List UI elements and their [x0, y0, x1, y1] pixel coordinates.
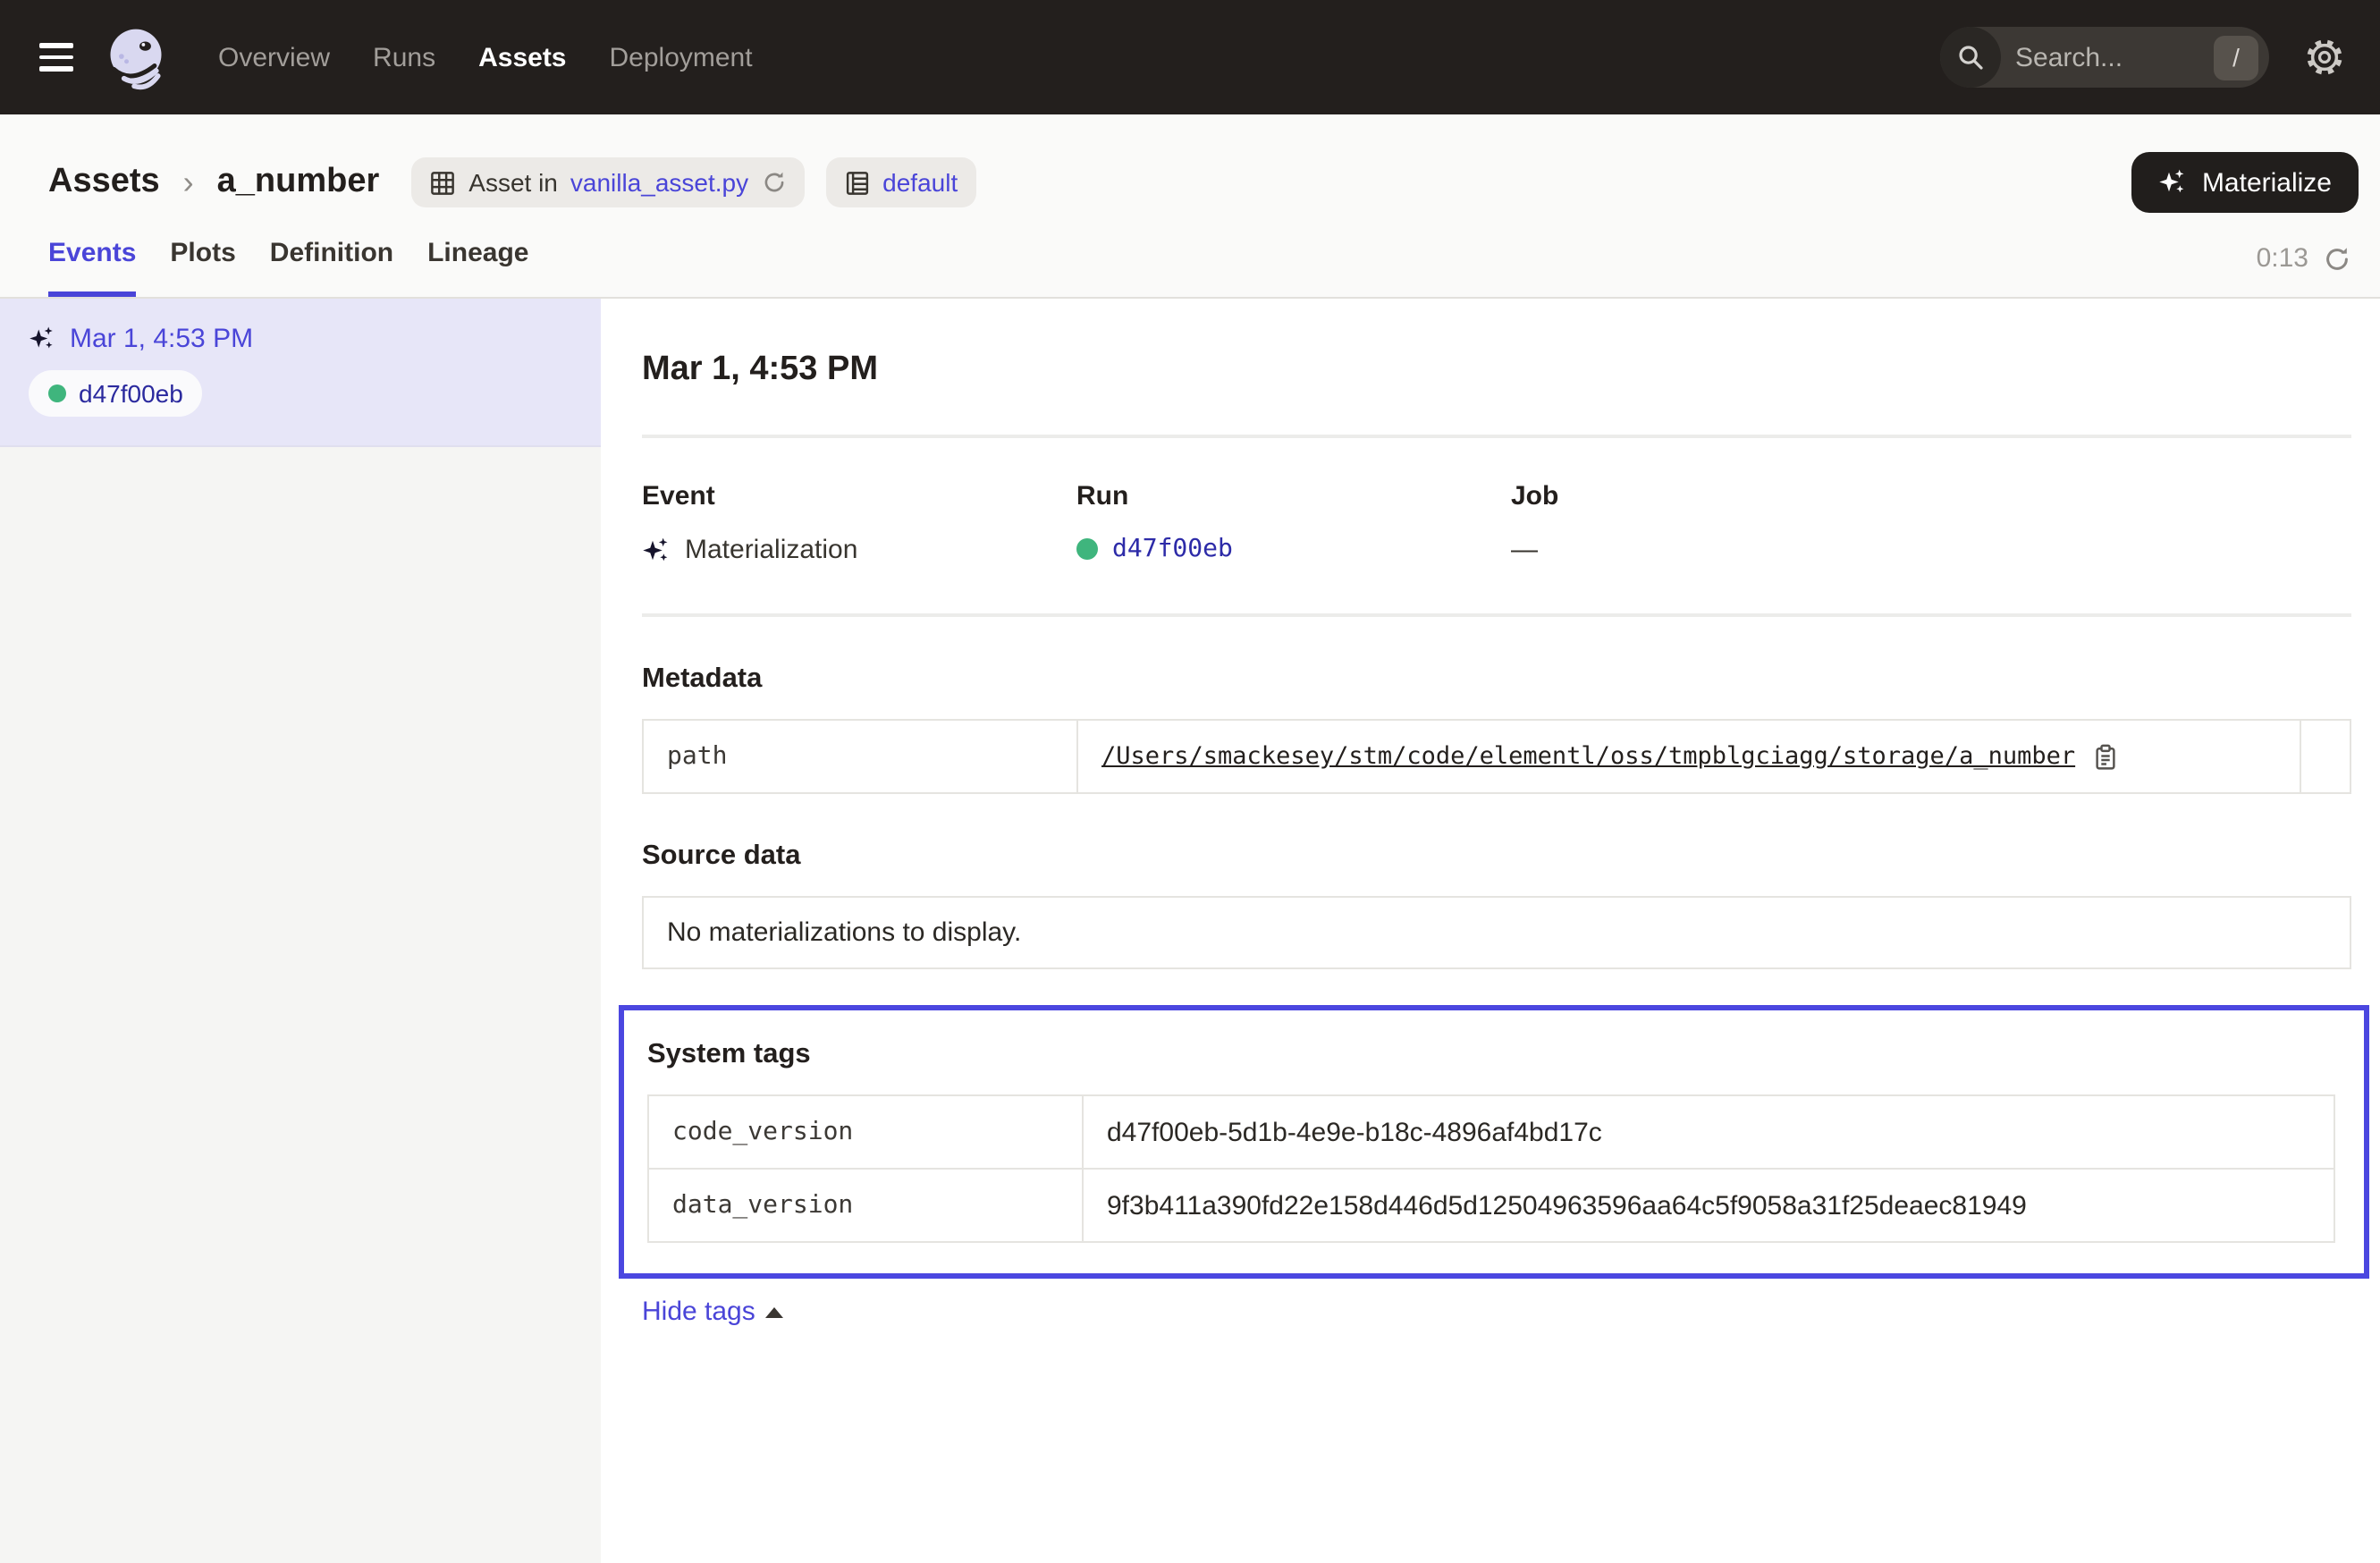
run-id-chip[interactable]: d47f00eb [29, 370, 203, 417]
system-tags-section-highlighted: System tags code_version d47f00eb-5d1b-4… [619, 1005, 2369, 1279]
breadcrumb: Assets › a_number Asset in vanilla_asset… [0, 114, 2380, 213]
event-list-item-selected[interactable]: Mar 1, 4:53 PM d47f00eb [0, 299, 601, 447]
summary-run-col: Run d47f00eb [1076, 481, 1511, 565]
nav-item-assets[interactable]: Assets [462, 28, 582, 87]
table-row: data_version 9f3b411a390fd22e158d446d5d1… [649, 1168, 2334, 1241]
event-timestamp: Mar 1, 4:53 PM [70, 324, 253, 354]
tab-lineage[interactable]: Lineage [427, 238, 528, 297]
materialize-button[interactable]: Materialize [2132, 152, 2359, 213]
job-column-label: Job [1511, 481, 2351, 511]
nav-item-deployment[interactable]: Deployment [594, 28, 769, 87]
content-area: Mar 1, 4:53 PM d47f00eb Mar 1, 4:53 PM E… [0, 299, 2380, 1563]
tag-value: 9f3b411a390fd22e158d446d5d12504963596aa6… [1107, 1190, 2027, 1221]
tag-key: code_version [672, 1118, 853, 1146]
materialize-button-label: Materialize [2202, 167, 2332, 198]
dagster-logo[interactable] [102, 23, 170, 91]
run-status-dot [48, 384, 66, 402]
divider [642, 435, 2351, 438]
caret-up-icon [766, 1306, 784, 1317]
run-column-label: Run [1076, 481, 1511, 511]
breadcrumb-assets-link[interactable]: Assets [48, 163, 160, 202]
metadata-key: path [667, 742, 727, 771]
metadata-path-link[interactable]: /Users/smackesey/stm/code/elementl/oss/t… [1101, 742, 2075, 771]
refresh-timer: 0:13 [2257, 243, 2351, 297]
repo-badge: default [825, 157, 975, 207]
job-value: — [1511, 535, 1538, 565]
page-header: Assets › a_number Asset in vanilla_asset… [0, 114, 2380, 299]
hide-tags-link[interactable]: Hide tags [642, 1297, 784, 1327]
nav-item-overview[interactable]: Overview [202, 28, 346, 87]
metadata-table: path /Users/smackesey/stm/code/elementl/… [642, 719, 2351, 794]
top-nav: Overview Runs Assets Deployment / [0, 0, 2380, 114]
event-column-label: Event [642, 481, 1076, 511]
reload-definition-icon[interactable] [761, 170, 786, 195]
event-type-value: Materialization [685, 535, 857, 565]
breadcrumb-chevron-icon: › [181, 164, 196, 201]
page-title: a_number [217, 163, 380, 202]
run-id-link[interactable]: d47f00eb [1112, 535, 1233, 563]
divider [642, 613, 2351, 617]
dagster-app: Overview Runs Assets Deployment / Assets… [0, 0, 2380, 1563]
event-detail-title: Mar 1, 4:53 PM [642, 351, 2351, 390]
search-icon [1940, 27, 2001, 88]
grid-icon [429, 169, 456, 196]
hide-tags-label: Hide tags [642, 1297, 755, 1327]
source-data-heading: Source data [642, 841, 2351, 873]
refresh-icon[interactable] [2323, 244, 2351, 273]
materialization-sparkle-icon [642, 536, 671, 564]
repo-link[interactable]: default [882, 168, 958, 197]
asset-badge-prefix: Asset in [468, 168, 558, 197]
metadata-row-action-cell [2300, 721, 2350, 792]
run-status-dot [1076, 538, 1098, 560]
primary-nav: Overview Runs Assets Deployment [202, 28, 769, 87]
copy-icon[interactable] [2091, 743, 2118, 770]
run-id-label: d47f00eb [79, 379, 183, 408]
tab-plots[interactable]: Plots [170, 238, 235, 297]
repo-icon [843, 169, 870, 196]
tab-definition[interactable]: Definition [270, 238, 393, 297]
tag-value: d47f00eb-5d1b-4e9e-b18c-4896af4bd17c [1107, 1117, 1602, 1147]
global-search[interactable]: / [1940, 27, 2269, 88]
summary-job-col: Job — [1511, 481, 2351, 565]
table-row: code_version d47f00eb-5d1b-4e9e-b18c-489… [649, 1096, 2334, 1168]
source-data-empty-message: No materializations to display. [642, 896, 2351, 969]
table-row: path /Users/smackesey/stm/code/elementl/… [644, 721, 2350, 792]
system-tags-heading: System tags [647, 1039, 2335, 1071]
sparkle-icon [2159, 168, 2188, 197]
asset-file-link[interactable]: vanilla_asset.py [570, 168, 748, 197]
gear-icon[interactable] [2305, 38, 2344, 77]
refresh-countdown: 0:13 [2257, 243, 2308, 274]
search-shortcut-key: / [2214, 35, 2258, 80]
event-detail-panel: Mar 1, 4:53 PM Event Materialization [601, 299, 2380, 1563]
menu-icon[interactable] [39, 43, 73, 72]
asset-definition-badge: Asset in vanilla_asset.py [411, 157, 804, 207]
search-input[interactable] [2001, 42, 2214, 72]
materialization-sparkle-icon [29, 325, 55, 352]
tab-bar: Events Plots Definition Lineage 0:13 [0, 213, 2380, 297]
event-summary: Event Materialization Run d47f0 [642, 481, 2351, 565]
tab-events[interactable]: Events [48, 238, 136, 297]
summary-event-col: Event Materialization [642, 481, 1076, 565]
nav-item-runs[interactable]: Runs [357, 28, 452, 87]
system-tags-table: code_version d47f00eb-5d1b-4e9e-b18c-489… [647, 1094, 2335, 1243]
tag-key: data_version [672, 1191, 853, 1220]
event-list-sidebar: Mar 1, 4:53 PM d47f00eb [0, 299, 601, 1563]
metadata-heading: Metadata [642, 663, 2351, 696]
